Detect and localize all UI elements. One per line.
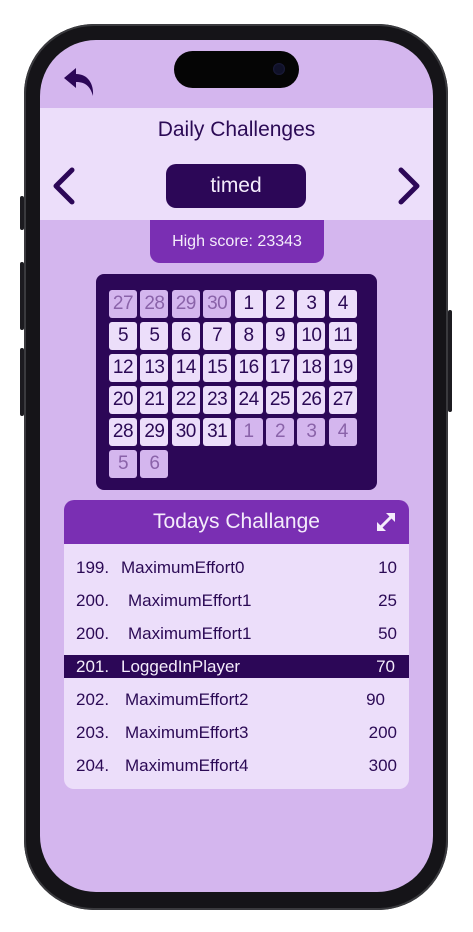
calendar-day[interactable]: 14 (171, 354, 200, 382)
calendar-day-outside-month[interactable]: 4 (328, 418, 357, 446)
calendar-day[interactable]: 22 (171, 386, 200, 414)
calendar-day[interactable]: 5 (109, 322, 137, 350)
score: 50 (378, 624, 397, 643)
player-name: MaximumEffort1 (128, 591, 252, 610)
page-title: Daily Challenges (157, 118, 316, 141)
score: 10 (378, 558, 397, 577)
calendar-day[interactable]: 26 (297, 386, 326, 414)
player-name: MaximumEffort4 (125, 756, 249, 775)
calendar-day[interactable]: 9 (266, 322, 294, 350)
app-screen: Daily Challenges timed High score: 23343… (40, 40, 433, 892)
header-panel: Daily Challenges timed (40, 108, 433, 220)
calendar-day-outside-month[interactable]: 2 (266, 418, 294, 446)
mode-selector-button[interactable]: timed (166, 164, 306, 208)
side-button-volume-down (20, 348, 24, 416)
rank: 200. (76, 591, 110, 610)
calendar-day[interactable]: 18 (297, 354, 326, 382)
calendar-day[interactable]: 31 (203, 418, 232, 446)
leaderboard-header: Todays Challange (64, 500, 409, 544)
calendar-day-outside-month[interactable]: 5 (109, 450, 137, 478)
calendar-day-outside-month[interactable]: 29 (171, 290, 200, 318)
player-name: MaximumEffort2 (125, 690, 249, 709)
calendar-day[interactable]: 12 (109, 354, 137, 382)
leaderboard-row: 200. MaximumEffort1 50 (64, 622, 409, 645)
calendar-day-outside-month[interactable]: 3 (297, 418, 326, 446)
leaderboard-row: 203. MaximumEffort3 200 (64, 721, 409, 744)
calendar-day-outside-month[interactable]: 28 (140, 290, 169, 318)
calendar-day[interactable]: 8 (234, 322, 263, 350)
calendar-day[interactable]: 7 (203, 322, 232, 350)
high-score-badge: High score: 23343 (150, 220, 324, 263)
score: 25 (378, 591, 397, 610)
calendar-day[interactable]: 2 (266, 290, 294, 318)
chevron-right-icon[interactable] (393, 166, 423, 206)
chevron-left-icon[interactable] (50, 166, 80, 206)
calendar-day[interactable]: 1 (234, 290, 263, 318)
score: 300 (368, 756, 397, 775)
calendar-grid: 27 28 29 30 1 2 3 4 5 5 6 7 8 9 10 11 12 13 14 15 16 17 18 19 20… (96, 274, 377, 490)
calendar-day[interactable]: 21 (140, 386, 169, 414)
calendar-day-outside-month[interactable]: 1 (234, 418, 263, 446)
side-button-mute (20, 196, 24, 230)
calendar-day[interactable]: 30 (171, 418, 200, 446)
rank: 203. (76, 723, 110, 742)
calendar-day[interactable]: 20 (109, 386, 137, 414)
player-name: MaximumEffort3 (125, 723, 249, 742)
calendar-day[interactable]: 17 (266, 354, 294, 382)
calendar-day[interactable]: 5 (140, 322, 169, 350)
calendar-day[interactable]: 13 (140, 354, 169, 382)
side-button-power (448, 310, 452, 412)
calendar-day-outside-month[interactable]: 6 (140, 450, 169, 478)
calendar-day[interactable]: 10 (297, 322, 326, 350)
leaderboard-panel: Todays Challange 199. MaximumEffort0 10 200… (64, 500, 409, 789)
score: 70 (376, 657, 395, 676)
rank: 200. (76, 624, 110, 643)
front-camera (273, 63, 285, 75)
calendar-day[interactable]: 25 (266, 386, 294, 414)
rank: 202. (76, 690, 110, 709)
calendar-day[interactable]: 6 (171, 322, 200, 350)
leaderboard-row: 202. MaximumEffort2 90 (64, 688, 409, 711)
leaderboard-row: 200. MaximumEffort1 25 (64, 589, 409, 612)
leaderboard-row: 204. MaximumEffort4 300 (64, 754, 409, 777)
calendar-day[interactable]: 24 (234, 386, 263, 414)
calendar-day[interactable]: 15 (203, 354, 232, 382)
calendar-day[interactable]: 27 (328, 386, 357, 414)
rank: 204. (76, 756, 110, 775)
calendar-day[interactable]: 23 (203, 386, 232, 414)
expand-arrows-icon[interactable] (375, 511, 397, 533)
calendar-day[interactable]: 28 (109, 418, 137, 446)
score: 200 (368, 723, 397, 742)
calendar-day[interactable]: 16 (234, 354, 263, 382)
calendar-day-outside-month[interactable]: 27 (109, 290, 137, 318)
player-name: MaximumEffort1 (128, 624, 252, 643)
calendar-day-outside-month[interactable]: 30 (203, 290, 232, 318)
leaderboard-row: 199. MaximumEffort0 10 (64, 556, 409, 579)
leaderboard-row-current-player: 201. LoggedInPlayer 70 (64, 655, 409, 678)
leaderboard-title: Todays Challange (153, 510, 320, 533)
calendar-day[interactable]: 3 (297, 290, 326, 318)
player-name: MaximumEffort0 (121, 558, 245, 577)
score: 90 (366, 690, 385, 709)
calendar-day[interactable]: 4 (328, 290, 357, 318)
player-name: LoggedInPlayer (121, 657, 241, 676)
calendar-day[interactable]: 29 (140, 418, 169, 446)
calendar-day[interactable]: 11 (328, 322, 357, 350)
undo-arrow-icon[interactable] (62, 64, 102, 100)
rank: 201. (76, 657, 110, 676)
dynamic-island (174, 51, 299, 88)
side-button-volume-up (20, 262, 24, 330)
calendar-day[interactable]: 19 (328, 354, 357, 382)
rank: 199. (76, 558, 110, 577)
